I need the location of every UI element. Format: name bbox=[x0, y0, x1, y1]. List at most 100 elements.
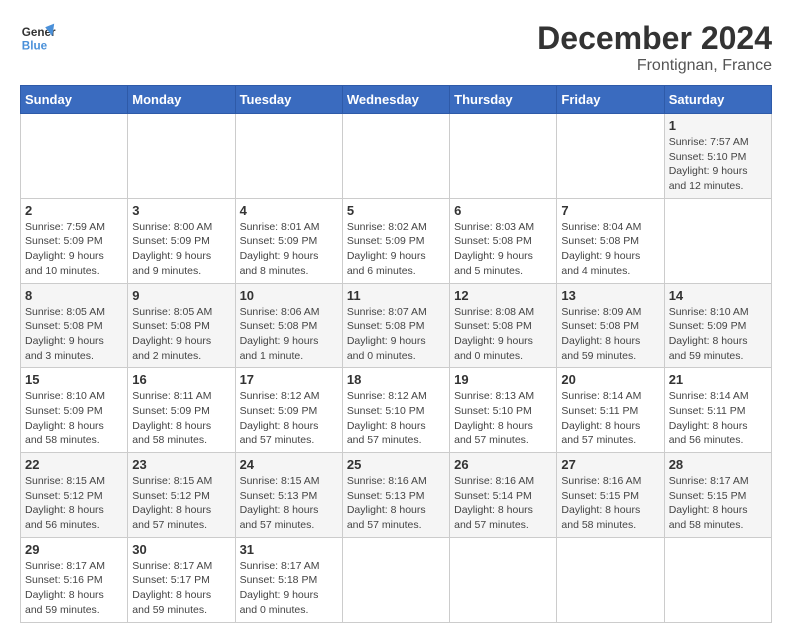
day-info: Sunrise: 8:17 AM Sunset: 5:16 PM Dayligh… bbox=[25, 559, 123, 618]
day-info: Sunrise: 8:03 AM Sunset: 5:08 PM Dayligh… bbox=[454, 220, 552, 279]
day-number: 14 bbox=[669, 288, 767, 303]
calendar-cell bbox=[342, 537, 449, 622]
col-saturday: Saturday bbox=[664, 86, 771, 114]
day-number: 1 bbox=[669, 118, 767, 133]
day-number: 28 bbox=[669, 457, 767, 472]
page-header: General Blue December 2024 Frontignan, F… bbox=[20, 20, 772, 75]
calendar-cell: 8 Sunrise: 8:05 AM Sunset: 5:08 PM Dayli… bbox=[21, 283, 128, 368]
day-info: Sunrise: 8:12 AM Sunset: 5:10 PM Dayligh… bbox=[347, 389, 445, 448]
calendar-cell: 27 Sunrise: 8:16 AM Sunset: 5:15 PM Dayl… bbox=[557, 453, 664, 538]
calendar-week-row: 8 Sunrise: 8:05 AM Sunset: 5:08 PM Dayli… bbox=[21, 283, 772, 368]
calendar-cell: 25 Sunrise: 8:16 AM Sunset: 5:13 PM Dayl… bbox=[342, 453, 449, 538]
day-number: 8 bbox=[25, 288, 123, 303]
logo-icon: General Blue bbox=[20, 20, 56, 56]
calendar-week-row: 1 Sunrise: 7:57 AM Sunset: 5:10 PM Dayli… bbox=[21, 114, 772, 199]
day-info: Sunrise: 8:04 AM Sunset: 5:08 PM Dayligh… bbox=[561, 220, 659, 279]
calendar-cell bbox=[664, 537, 771, 622]
day-number: 11 bbox=[347, 288, 445, 303]
calendar-cell: 31 Sunrise: 8:17 AM Sunset: 5:18 PM Dayl… bbox=[235, 537, 342, 622]
calendar-cell: 7 Sunrise: 8:04 AM Sunset: 5:08 PM Dayli… bbox=[557, 198, 664, 283]
day-number: 17 bbox=[240, 372, 338, 387]
calendar-cell: 3 Sunrise: 8:00 AM Sunset: 5:09 PM Dayli… bbox=[128, 198, 235, 283]
day-number: 15 bbox=[25, 372, 123, 387]
calendar-cell: 12 Sunrise: 8:08 AM Sunset: 5:08 PM Dayl… bbox=[450, 283, 557, 368]
calendar-cell: 28 Sunrise: 8:17 AM Sunset: 5:15 PM Dayl… bbox=[664, 453, 771, 538]
calendar-cell: 10 Sunrise: 8:06 AM Sunset: 5:08 PM Dayl… bbox=[235, 283, 342, 368]
calendar-body: 1 Sunrise: 7:57 AM Sunset: 5:10 PM Dayli… bbox=[21, 114, 772, 623]
calendar-cell: 26 Sunrise: 8:16 AM Sunset: 5:14 PM Dayl… bbox=[450, 453, 557, 538]
day-info: Sunrise: 8:15 AM Sunset: 5:13 PM Dayligh… bbox=[240, 474, 338, 533]
day-number: 3 bbox=[132, 203, 230, 218]
day-info: Sunrise: 8:06 AM Sunset: 5:08 PM Dayligh… bbox=[240, 305, 338, 364]
day-number: 18 bbox=[347, 372, 445, 387]
day-info: Sunrise: 8:08 AM Sunset: 5:08 PM Dayligh… bbox=[454, 305, 552, 364]
calendar-cell: 15 Sunrise: 8:10 AM Sunset: 5:09 PM Dayl… bbox=[21, 368, 128, 453]
calendar-title: December 2024 bbox=[537, 20, 772, 57]
calendar-week-row: 29 Sunrise: 8:17 AM Sunset: 5:16 PM Dayl… bbox=[21, 537, 772, 622]
day-number: 13 bbox=[561, 288, 659, 303]
col-friday: Friday bbox=[557, 86, 664, 114]
calendar-cell bbox=[128, 114, 235, 199]
day-info: Sunrise: 8:16 AM Sunset: 5:15 PM Dayligh… bbox=[561, 474, 659, 533]
day-number: 5 bbox=[347, 203, 445, 218]
day-info: Sunrise: 7:57 AM Sunset: 5:10 PM Dayligh… bbox=[669, 135, 767, 194]
day-number: 27 bbox=[561, 457, 659, 472]
day-number: 21 bbox=[669, 372, 767, 387]
day-number: 22 bbox=[25, 457, 123, 472]
col-wednesday: Wednesday bbox=[342, 86, 449, 114]
day-info: Sunrise: 8:15 AM Sunset: 5:12 PM Dayligh… bbox=[25, 474, 123, 533]
day-number: 2 bbox=[25, 203, 123, 218]
calendar-table: Sunday Monday Tuesday Wednesday Thursday… bbox=[20, 85, 772, 623]
day-number: 29 bbox=[25, 542, 123, 557]
calendar-cell bbox=[450, 537, 557, 622]
day-info: Sunrise: 8:05 AM Sunset: 5:08 PM Dayligh… bbox=[132, 305, 230, 364]
day-info: Sunrise: 8:14 AM Sunset: 5:11 PM Dayligh… bbox=[669, 389, 767, 448]
day-number: 23 bbox=[132, 457, 230, 472]
col-tuesday: Tuesday bbox=[235, 86, 342, 114]
calendar-week-row: 15 Sunrise: 8:10 AM Sunset: 5:09 PM Dayl… bbox=[21, 368, 772, 453]
calendar-cell: 4 Sunrise: 8:01 AM Sunset: 5:09 PM Dayli… bbox=[235, 198, 342, 283]
day-number: 10 bbox=[240, 288, 338, 303]
day-info: Sunrise: 8:17 AM Sunset: 5:18 PM Dayligh… bbox=[240, 559, 338, 618]
calendar-cell: 23 Sunrise: 8:15 AM Sunset: 5:12 PM Dayl… bbox=[128, 453, 235, 538]
day-info: Sunrise: 7:59 AM Sunset: 5:09 PM Dayligh… bbox=[25, 220, 123, 279]
day-info: Sunrise: 8:09 AM Sunset: 5:08 PM Dayligh… bbox=[561, 305, 659, 364]
calendar-cell: 2 Sunrise: 7:59 AM Sunset: 5:09 PM Dayli… bbox=[21, 198, 128, 283]
col-sunday: Sunday bbox=[21, 86, 128, 114]
logo: General Blue bbox=[20, 20, 56, 56]
day-info: Sunrise: 8:14 AM Sunset: 5:11 PM Dayligh… bbox=[561, 389, 659, 448]
calendar-cell bbox=[557, 114, 664, 199]
calendar-subtitle: Frontignan, France bbox=[537, 57, 772, 75]
day-info: Sunrise: 8:07 AM Sunset: 5:08 PM Dayligh… bbox=[347, 305, 445, 364]
calendar-cell: 9 Sunrise: 8:05 AM Sunset: 5:08 PM Dayli… bbox=[128, 283, 235, 368]
day-number: 24 bbox=[240, 457, 338, 472]
calendar-cell bbox=[21, 114, 128, 199]
col-monday: Monday bbox=[128, 86, 235, 114]
calendar-cell: 14 Sunrise: 8:10 AM Sunset: 5:09 PM Dayl… bbox=[664, 283, 771, 368]
calendar-cell bbox=[557, 537, 664, 622]
day-info: Sunrise: 8:11 AM Sunset: 5:09 PM Dayligh… bbox=[132, 389, 230, 448]
day-info: Sunrise: 8:12 AM Sunset: 5:09 PM Dayligh… bbox=[240, 389, 338, 448]
day-number: 19 bbox=[454, 372, 552, 387]
calendar-cell bbox=[664, 198, 771, 283]
calendar-cell bbox=[342, 114, 449, 199]
day-number: 20 bbox=[561, 372, 659, 387]
day-number: 25 bbox=[347, 457, 445, 472]
calendar-cell bbox=[235, 114, 342, 199]
day-number: 31 bbox=[240, 542, 338, 557]
calendar-cell: 21 Sunrise: 8:14 AM Sunset: 5:11 PM Dayl… bbox=[664, 368, 771, 453]
day-info: Sunrise: 8:17 AM Sunset: 5:15 PM Dayligh… bbox=[669, 474, 767, 533]
calendar-cell: 29 Sunrise: 8:17 AM Sunset: 5:16 PM Dayl… bbox=[21, 537, 128, 622]
calendar-header: Sunday Monday Tuesday Wednesday Thursday… bbox=[21, 86, 772, 114]
day-number: 4 bbox=[240, 203, 338, 218]
day-info: Sunrise: 8:16 AM Sunset: 5:13 PM Dayligh… bbox=[347, 474, 445, 533]
title-block: December 2024 Frontignan, France bbox=[537, 20, 772, 75]
calendar-cell: 16 Sunrise: 8:11 AM Sunset: 5:09 PM Dayl… bbox=[128, 368, 235, 453]
day-info: Sunrise: 8:02 AM Sunset: 5:09 PM Dayligh… bbox=[347, 220, 445, 279]
calendar-cell: 17 Sunrise: 8:12 AM Sunset: 5:09 PM Dayl… bbox=[235, 368, 342, 453]
day-number: 6 bbox=[454, 203, 552, 218]
day-info: Sunrise: 8:10 AM Sunset: 5:09 PM Dayligh… bbox=[25, 389, 123, 448]
day-number: 30 bbox=[132, 542, 230, 557]
calendar-week-row: 2 Sunrise: 7:59 AM Sunset: 5:09 PM Dayli… bbox=[21, 198, 772, 283]
calendar-cell: 20 Sunrise: 8:14 AM Sunset: 5:11 PM Dayl… bbox=[557, 368, 664, 453]
